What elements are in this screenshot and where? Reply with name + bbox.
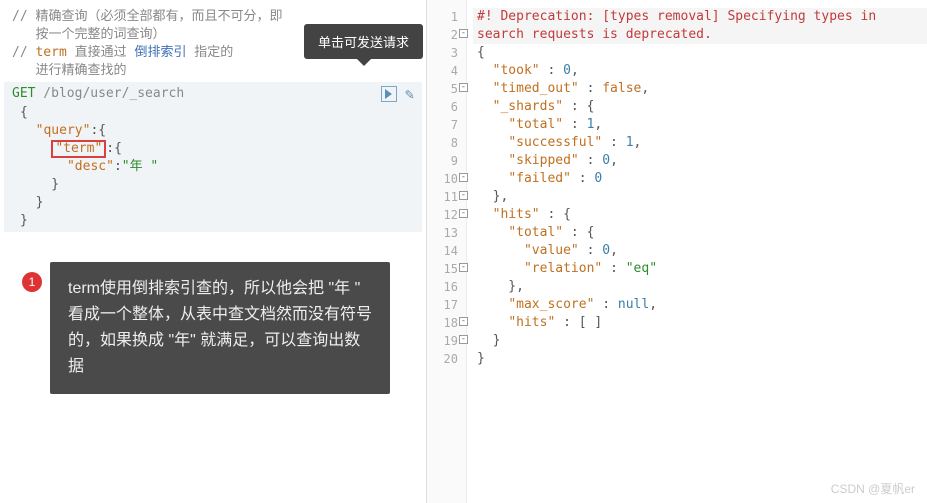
wrench-icon[interactable]: ✎ — [405, 84, 414, 104]
body-line: "term":{ — [12, 140, 414, 158]
main-container: // 精确查询（必须全部都有，而且不可分，即 按一个完整的词查询） // ter… — [0, 0, 927, 503]
response-line: } — [473, 350, 927, 368]
response-line: }, — [473, 188, 927, 206]
response-line: "max_score" : null, — [473, 296, 927, 314]
watermark: CSDN @夏帆er — [831, 480, 915, 497]
body-line: "desc":"年 " — [12, 158, 414, 176]
response-line: "timed_out" : false, — [473, 80, 927, 98]
response-line: "hits" : [ ] — [473, 314, 927, 332]
http-method: GET — [12, 86, 35, 101]
play-icon — [385, 89, 392, 99]
request-line: GET /blog/user/_search ✎ — [12, 84, 414, 104]
request-path: /blog/user/_search — [35, 86, 184, 101]
fold-toggle-icon[interactable]: - — [459, 191, 468, 200]
response-line: "failed" : 0 — [473, 170, 927, 188]
response-line: "hits" : { — [473, 206, 927, 224]
response-line: "took" : 0, — [473, 62, 927, 80]
request-panel: // 精确查询（必须全部都有，而且不可分，即 按一个完整的词查询） // ter… — [0, 0, 427, 503]
send-request-tooltip: 单击可发送请求 — [304, 24, 423, 59]
annotation-text: term使用倒排索引查的，所以他会把 "年 " 看成一个整体，从表中查文档然而没… — [50, 262, 390, 394]
response-line: "successful" : 1, — [473, 134, 927, 152]
response-line: { — [473, 44, 927, 62]
fold-toggle-icon[interactable]: - — [459, 83, 468, 92]
response-line: } — [473, 332, 927, 350]
response-line: "total" : { — [473, 224, 927, 242]
body-line: } — [12, 176, 414, 194]
fold-toggle-icon[interactable]: - — [459, 335, 468, 344]
body-line: { — [12, 104, 414, 122]
response-line: "skipped" : 0, — [473, 152, 927, 170]
fold-toggle-icon[interactable]: - — [459, 263, 468, 272]
response-line — [473, 368, 927, 386]
fold-toggle-icon[interactable]: - — [459, 317, 468, 326]
response-line: "total" : 1, — [473, 116, 927, 134]
request-block[interactable]: GET /blog/user/_search ✎ { "query":{ "te… — [4, 82, 422, 232]
response-line: "value" : 0, — [473, 242, 927, 260]
body-line: } — [12, 212, 414, 230]
body-line: "query":{ — [12, 122, 414, 140]
fold-toggle-icon[interactable]: - — [459, 173, 468, 182]
response-line: "relation" : "eq" — [473, 260, 927, 278]
response-content: #! Deprecation: [types removal] Specifyi… — [467, 0, 927, 503]
highlighted-term: "term" — [51, 140, 106, 158]
fold-toggle-icon[interactable]: - — [459, 29, 468, 38]
annotation-badge: 1 — [22, 272, 42, 292]
fold-toggle-icon[interactable]: - — [459, 209, 468, 218]
response-line: #! Deprecation: [types removal] Specifyi… — [473, 8, 927, 44]
line-gutter: 12-345-678910-11-12-131415-161718-19-20 — [427, 0, 467, 503]
body-line: } — [12, 194, 414, 212]
request-actions: ✎ — [381, 84, 414, 104]
send-request-button[interactable] — [381, 86, 397, 102]
annotation-callout: 1 term使用倒排索引查的，所以他会把 "年 " 看成一个整体，从表中查文档然… — [22, 262, 390, 394]
response-panel: 12-345-678910-11-12-131415-161718-19-20 … — [427, 0, 927, 503]
response-line: "_shards" : { — [473, 98, 927, 116]
response-line: }, — [473, 278, 927, 296]
